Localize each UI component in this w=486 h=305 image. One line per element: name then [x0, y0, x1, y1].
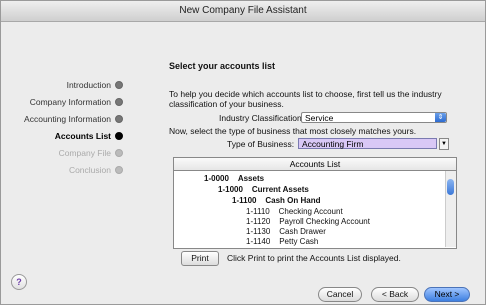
type-label: Type of Business:	[227, 139, 295, 149]
type-of-business-field[interactable]: Accounting Firm	[298, 138, 437, 149]
account-name: Cash Drawer	[279, 227, 326, 236]
next-button[interactable]: Next >	[424, 287, 470, 302]
step-dot-icon	[115, 98, 123, 106]
list-item[interactable]: 1-1110 Checking Account	[246, 207, 343, 216]
account-code: 1-1120	[246, 217, 271, 226]
assistant-window: New Company File Assistant Introduction …	[0, 0, 486, 305]
account-name: Current Assets	[251, 185, 309, 194]
cancel-button[interactable]: Cancel	[318, 287, 362, 302]
list-item[interactable]: 1-1130 Cash Drawer	[246, 227, 326, 236]
step-dot-icon	[115, 149, 123, 157]
step-dot-icon	[115, 81, 123, 89]
print-button[interactable]: Print	[181, 251, 219, 266]
account-name: Cash On Hand	[265, 196, 321, 205]
industry-select[interactable]: Service ⇕	[301, 112, 447, 123]
step-label: Company File	[58, 148, 111, 158]
step-company-information: Company Information	[30, 97, 123, 107]
account-name: Assets	[237, 174, 265, 183]
list-item[interactable]: 1-1100 Cash On Hand	[232, 196, 320, 205]
accounts-list-header: Accounts List	[174, 158, 456, 171]
step-label: Accounting Information	[24, 114, 111, 124]
account-name: Petty Cash	[279, 237, 319, 246]
help-icon[interactable]: ?	[11, 274, 27, 290]
account-code: 1-1000	[218, 185, 243, 194]
step-label: Accounts List	[54, 131, 111, 141]
back-button[interactable]: < Back	[371, 287, 419, 302]
list-item[interactable]: 1-1140 Petty Cash	[246, 237, 318, 246]
account-code: 1-1140	[246, 237, 271, 246]
step-dot-icon	[115, 166, 123, 174]
page-title: Select your accounts list	[169, 61, 276, 71]
print-note: Click Print to print the Accounts List d…	[227, 253, 401, 263]
account-code: 1-1110	[246, 207, 270, 216]
step-label: Company Information	[29, 97, 111, 107]
step-accounts-list: Accounts List	[55, 131, 123, 141]
window-title: New Company File Assistant	[1, 1, 485, 22]
type-value: Accounting Firm	[302, 139, 364, 149]
scrollbar-thumb[interactable]	[447, 179, 454, 195]
list-item[interactable]: 1-0000 Assets	[204, 174, 264, 183]
step-dot-icon	[115, 115, 123, 123]
intro-text: To help you decide which accounts list t…	[169, 89, 442, 109]
account-name: Checking Account	[278, 207, 343, 216]
type-prompt: Now, select the type of business that mo…	[169, 126, 417, 136]
account-code: 1-1100	[232, 196, 257, 205]
account-code: 1-0000	[204, 174, 229, 183]
chevron-updown-icon: ⇕	[435, 113, 446, 122]
industry-label: Industry Classification:	[219, 113, 305, 123]
type-dropdown-arrow-icon[interactable]: ▼	[439, 138, 449, 150]
list-item[interactable]: 1-1120 Payroll Checking Account	[246, 217, 370, 226]
step-conclusion: Conclusion	[69, 165, 123, 175]
step-label: Introduction	[66, 80, 111, 90]
step-dot-icon	[115, 132, 123, 140]
account-code: 1-1130	[246, 227, 271, 236]
step-company-file: Company File	[59, 148, 123, 158]
list-item[interactable]: 1-1000 Current Assets	[218, 185, 309, 194]
step-introduction: Introduction	[67, 80, 123, 90]
accounts-list[interactable]: Accounts List 1-0000 Assets 1-1000 Curre…	[173, 157, 457, 249]
step-sidebar: Introduction Company Information Account…	[1, 22, 129, 284]
step-accounting-information: Accounting Information	[24, 114, 123, 124]
list-scrollbar[interactable]	[445, 171, 456, 247]
account-name: Payroll Checking Account	[279, 217, 370, 226]
industry-value: Service	[305, 113, 334, 123]
step-label: Conclusion	[68, 165, 111, 175]
